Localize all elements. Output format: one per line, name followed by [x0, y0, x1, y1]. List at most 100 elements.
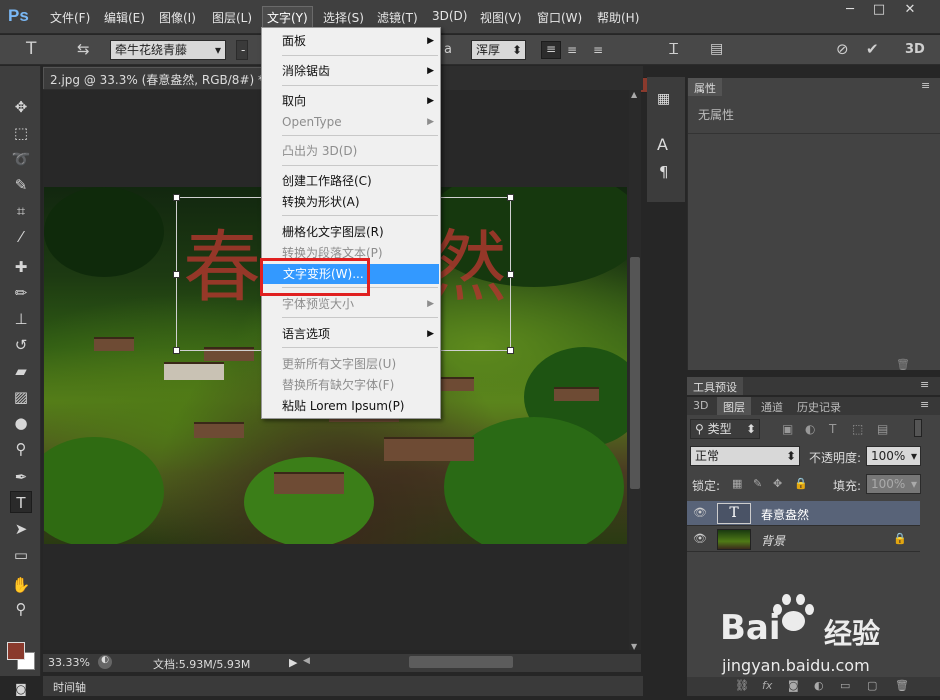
tab-history[interactable]: 历史记录: [791, 397, 847, 415]
menu-type[interactable]: 文字(Y): [262, 6, 313, 29]
warp-text-icon[interactable]: Ꮖ: [669, 40, 679, 58]
filter-type-icon[interactable]: T: [829, 422, 836, 436]
close-window-icon[interactable]: ✕: [897, 2, 923, 18]
transform-handle[interactable]: [173, 271, 180, 278]
type-tool-preset-icon[interactable]: T: [26, 39, 36, 59]
marquee-tool-icon[interactable]: ⬚: [10, 122, 32, 144]
clone-stamp-tool-icon[interactable]: ⊥: [10, 308, 32, 330]
character-panel-icon[interactable]: ▤: [710, 41, 723, 57]
menu-item-convert-to-shape[interactable]: 转换为形状(A): [262, 192, 440, 212]
type-tool-icon[interactable]: T: [10, 491, 32, 513]
align-left-icon[interactable]: ≡: [541, 41, 561, 59]
vertical-scroll-thumb[interactable]: [630, 257, 640, 489]
menu-item-paste-lorem-ipsum[interactable]: 粘贴 Lorem Ipsum(P): [262, 396, 440, 416]
brush-tool-icon[interactable]: ✏: [10, 282, 32, 304]
crop-tool-icon[interactable]: ⌗: [10, 200, 32, 222]
document-tab[interactable]: 2.jpg @ 33.3% (春意盎然, RGB/8#) * ×: [43, 67, 273, 102]
menu-item-rasterize-type[interactable]: 栅格化文字图层(R): [262, 222, 440, 242]
commit-icon[interactable]: ✔: [866, 40, 879, 58]
filter-pixel-icon[interactable]: ▣: [782, 422, 793, 436]
align-center-icon[interactable]: ≡: [567, 43, 577, 57]
visibility-eye-icon[interactable]: 👁: [693, 506, 707, 519]
layer-name[interactable]: 背景: [761, 532, 785, 549]
lock-all-icon[interactable]: 🔒: [794, 477, 808, 490]
font-style-select[interactable]: -: [236, 40, 248, 60]
visibility-eye-icon[interactable]: 👁: [693, 532, 707, 545]
transform-handle[interactable]: [173, 194, 180, 201]
status-info-icon[interactable]: ◐: [98, 655, 112, 669]
history-brush-tool-icon[interactable]: ↺: [10, 334, 32, 356]
quick-select-tool-icon[interactable]: ✎: [10, 174, 32, 196]
zoom-level[interactable]: 33.33%: [48, 656, 90, 669]
menu-item-antialias[interactable]: 消除锯齿 ▶: [262, 61, 440, 81]
filter-shape-icon[interactable]: ⬚: [852, 422, 863, 436]
eraser-tool-icon[interactable]: ▰: [10, 360, 32, 382]
timeline-panel-tab[interactable]: 时间轴: [43, 676, 643, 696]
lasso-tool-icon[interactable]: ➰: [10, 148, 32, 170]
character-panel-icon[interactable]: A: [657, 135, 668, 154]
menu-item-panels[interactable]: 面板 ▶: [262, 31, 440, 51]
menu-layer[interactable]: 图层(L): [212, 9, 252, 26]
menu-image[interactable]: 图像(I): [159, 9, 196, 26]
zoom-tool-icon[interactable]: ⚲: [10, 598, 32, 620]
transform-handle[interactable]: [507, 194, 514, 201]
panel-menu-icon[interactable]: ≡: [920, 398, 929, 411]
path-select-tool-icon[interactable]: ➤: [10, 518, 32, 540]
menu-select[interactable]: 选择(S): [323, 9, 364, 26]
status-menu-arrow-icon[interactable]: ▶: [289, 656, 297, 669]
antialias-select[interactable]: 浑厚 ⬍: [471, 40, 526, 60]
pen-tool-icon[interactable]: ✒: [10, 466, 32, 488]
dodge-tool-icon[interactable]: ⚲: [10, 438, 32, 460]
scroll-left-icon[interactable]: ◀: [303, 656, 310, 666]
filter-toggle[interactable]: [914, 419, 922, 437]
menu-file[interactable]: 文件(F): [50, 9, 90, 26]
filter-adjust-icon[interactable]: ◐: [805, 422, 815, 436]
quick-mask-icon[interactable]: ◙: [10, 678, 32, 700]
foreground-color-swatch[interactable]: [7, 642, 25, 660]
scroll-up-icon[interactable]: ▲: [631, 90, 637, 99]
blend-mode-select[interactable]: 正常 ⬍: [690, 446, 800, 466]
fill-input[interactable]: 100% ▾: [866, 474, 921, 494]
opacity-input[interactable]: 100% ▾: [866, 446, 921, 466]
move-tool-icon[interactable]: ✥: [10, 96, 32, 118]
tab-3d[interactable]: 3D: [687, 397, 715, 415]
scroll-down-icon[interactable]: ▼: [631, 642, 637, 651]
maximize-icon[interactable]: □: [866, 2, 892, 18]
hand-tool-icon[interactable]: ✋: [10, 574, 32, 596]
menu-window[interactable]: 窗口(W): [537, 9, 582, 26]
menu-help[interactable]: 帮助(H): [597, 9, 639, 26]
menu-item-create-work-path[interactable]: 创建工作路径(C): [262, 171, 440, 191]
font-family-select[interactable]: 牵牛花绕青藤 ▾: [110, 40, 226, 60]
properties-tab[interactable]: 属性: [688, 78, 722, 96]
menu-edit[interactable]: 编辑(E): [104, 9, 145, 26]
blur-tool-icon[interactable]: ●: [10, 412, 32, 434]
trash-icon[interactable]: 🗑: [896, 358, 910, 371]
menu-item-language-options[interactable]: 语言选项 ▶: [262, 324, 440, 344]
menu-view[interactable]: 视图(V): [480, 9, 522, 26]
eyedropper-tool-icon[interactable]: ⁄: [10, 226, 32, 248]
filter-smart-icon[interactable]: ▤: [877, 422, 888, 436]
history-panel-icon[interactable]: ▦: [657, 91, 670, 107]
menu-item-orientation[interactable]: 取向 ▶: [262, 91, 440, 111]
lock-transparent-icon[interactable]: ▦: [732, 477, 742, 490]
transform-handle[interactable]: [507, 347, 514, 354]
transform-handle[interactable]: [507, 271, 514, 278]
cancel-icon[interactable]: ⊘: [836, 40, 849, 58]
layer-row-text[interactable]: 👁 T 春意盎然: [687, 501, 920, 526]
menu-3d[interactable]: 3D(D): [432, 9, 467, 23]
layer-filter-select[interactable]: ⚲ 类型 ⬍: [690, 419, 760, 439]
layer-name[interactable]: 春意盎然: [761, 506, 809, 523]
horizontal-scroll-thumb[interactable]: [409, 656, 513, 668]
gradient-tool-icon[interactable]: ▨: [10, 386, 32, 408]
align-right-icon[interactable]: ≡: [593, 43, 603, 57]
minimize-icon[interactable]: ─: [837, 2, 863, 18]
layer-row-background[interactable]: 👁 背景 🔒: [687, 527, 920, 552]
transform-handle[interactable]: [173, 347, 180, 354]
tool-presets-tab[interactable]: 工具预设: [687, 377, 743, 395]
panel-menu-icon[interactable]: ≡: [921, 79, 930, 92]
3d-mode-button[interactable]: 3D: [905, 42, 925, 57]
lock-pixels-icon[interactable]: ✎: [753, 477, 762, 490]
healing-brush-tool-icon[interactable]: ✚: [10, 256, 32, 278]
rectangle-tool-icon[interactable]: ▭: [10, 544, 32, 566]
panel-menu-icon[interactable]: ≡: [920, 378, 929, 391]
